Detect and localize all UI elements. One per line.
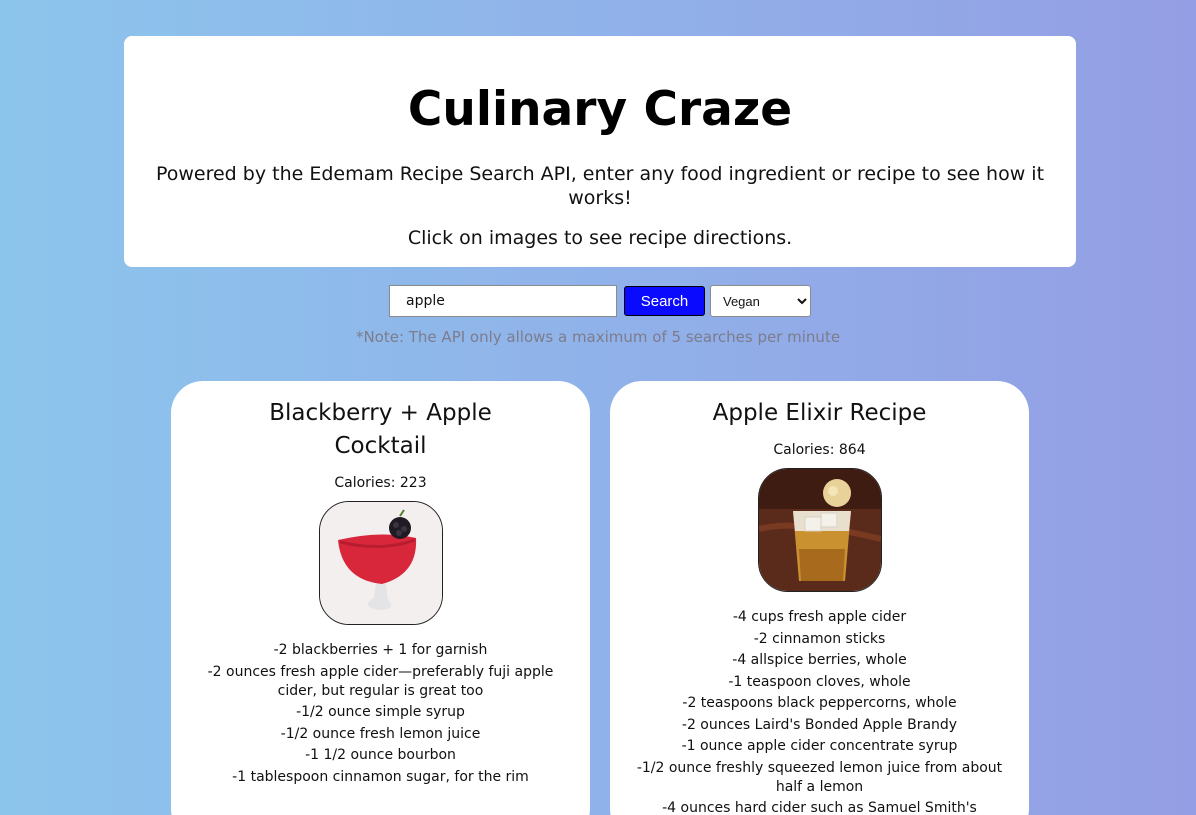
ingredient-item: -1 tablespoon cinnamon sugar, for the ri…	[232, 768, 529, 785]
elixir-image[interactable]	[757, 468, 882, 592]
ingredient-list: -4 cups fresh apple cider -2 cinnamon st…	[635, 608, 1005, 815]
recipe-calories: Calories: 223	[334, 475, 427, 491]
cocktail-image[interactable]	[318, 501, 443, 625]
recipe-title: Blackberry + Apple Cocktail	[269, 400, 492, 459]
ingredient-item: -2 ounces fresh apple cider—preferably f…	[207, 663, 554, 699]
diet-select[interactable]: Vegan	[710, 285, 811, 317]
header-card: Culinary Craze Powered by the Edemam Rec…	[124, 36, 1076, 267]
ingredient-item: -1 teaspoon cloves, whole	[728, 673, 911, 690]
page-title: Culinary Craze	[407, 82, 793, 137]
ingredient-item: -4 cups fresh apple cider	[732, 609, 907, 625]
ingredient-item: -1/2 ounce simple syrup	[296, 704, 465, 720]
ingredient-item: -1 ounce apple cider concentrate syrup	[681, 738, 958, 754]
ingredient-item: -2 teaspoons black peppercorns, whole	[682, 695, 957, 711]
ingredient-list: -2 blackberries + 1 for garnish -2 ounce…	[196, 641, 566, 787]
search-input[interactable]	[389, 285, 617, 317]
search-button[interactable]: Search	[624, 286, 705, 316]
ingredient-item: -2 blackberries + 1 for garnish	[273, 642, 488, 658]
recipe-card: Blackberry + Apple Cocktail Calories: 22…	[171, 381, 590, 815]
ingredient-item: -4 allspice berries, whole	[732, 652, 907, 668]
ingredient-item: -1/2 ounce fresh lemon juice	[280, 725, 481, 742]
recipe-card: Apple Elixir Recipe Calories: 864 -4 cup…	[610, 381, 1029, 815]
search-bar: Search Vegan	[389, 285, 811, 317]
recipe-calories: Calories: 864	[773, 442, 866, 458]
page-instruction: Click on images to see recipe directions…	[407, 227, 793, 249]
page-subtitle: Powered by the Edemam Recipe Search API,…	[155, 163, 1045, 209]
ingredient-item: -2 ounces Laird's Bonded Apple Brandy	[681, 716, 958, 733]
ingredient-item: -1 1/2 ounce bourbon	[305, 747, 456, 763]
ingredient-item: -2 cinnamon sticks	[753, 630, 886, 647]
rate-limit-note: *Note: The API only allows a maximum of …	[355, 328, 841, 346]
ingredient-item: -4 ounces hard cider such as Samuel Smit…	[662, 800, 977, 815]
ingredient-item: -1/2 ounce freshly squeezed lemon juice …	[636, 759, 1003, 795]
recipe-title: Apple Elixir Recipe	[712, 400, 927, 426]
